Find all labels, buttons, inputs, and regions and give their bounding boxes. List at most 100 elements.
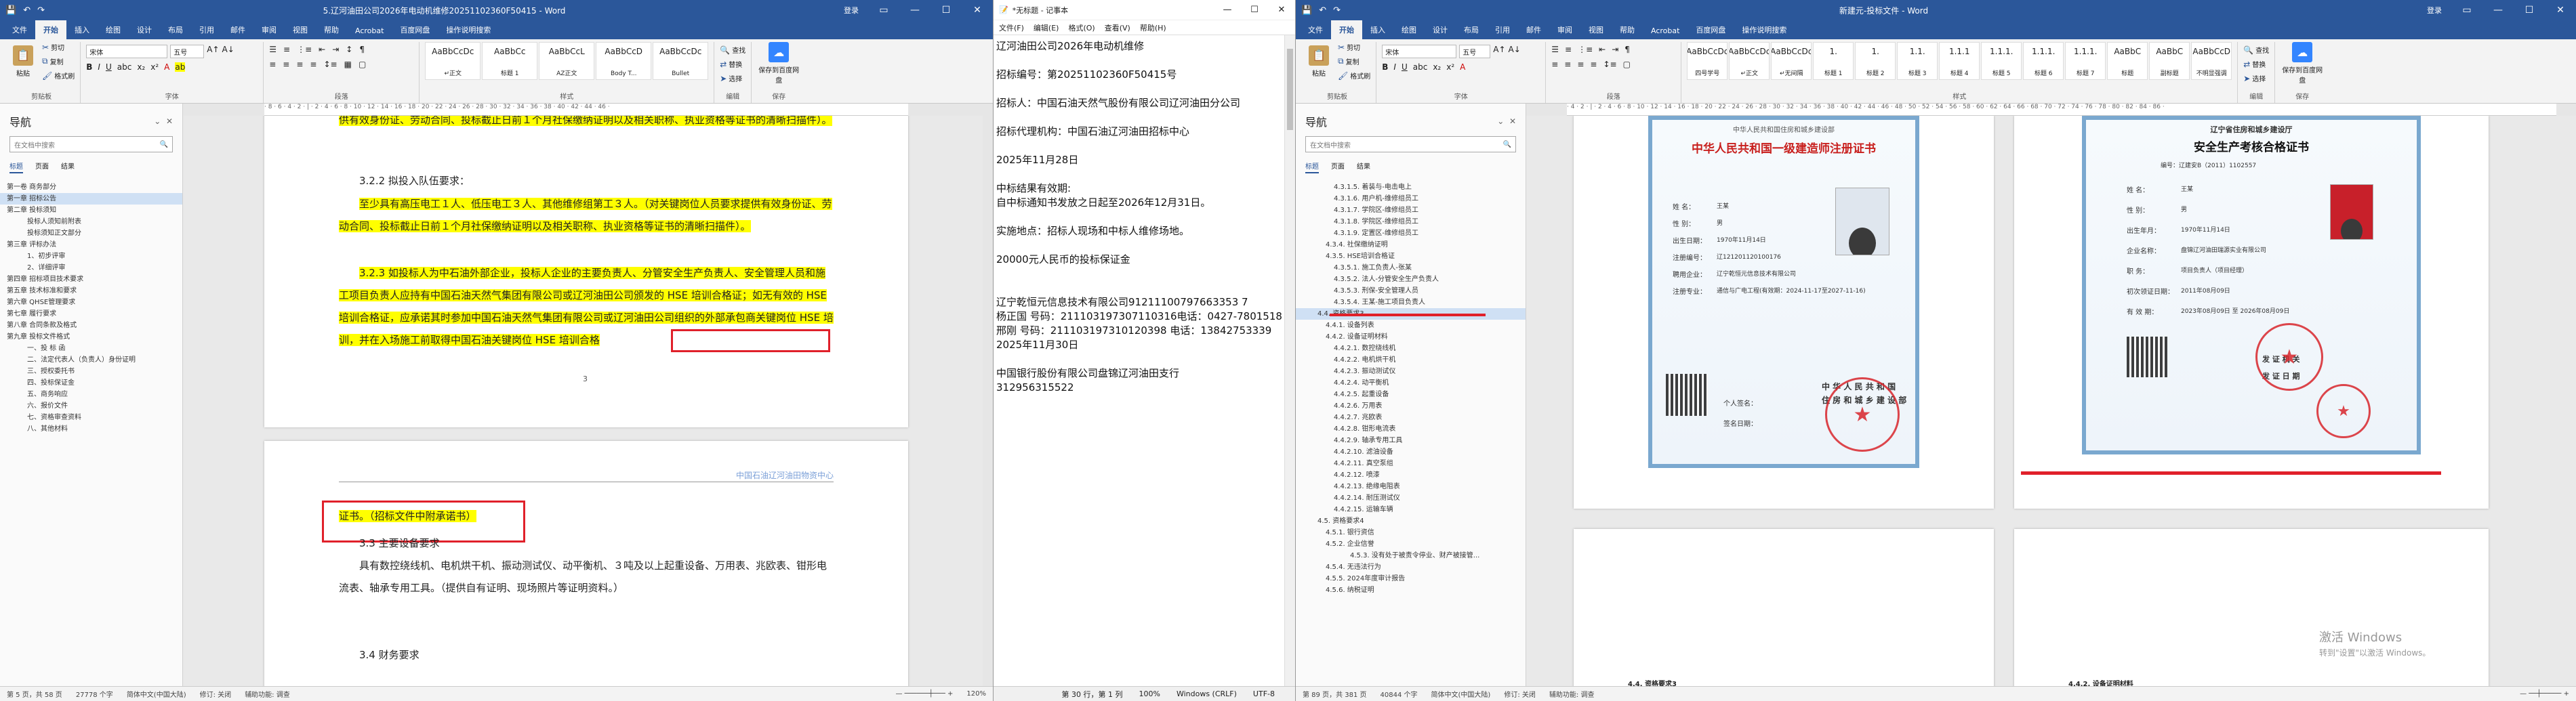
nav-options-icon[interactable]: ⌄ (1497, 116, 1504, 126)
nav-heading-item[interactable]: 4.4.2.10. 滤油设备 (1296, 446, 1526, 458)
word-count[interactable]: 40844 个字 (1381, 689, 1418, 699)
nav-search-input[interactable]: 在文档中搜索 🔍 (9, 136, 173, 152)
align-right-icon[interactable]: ≡ (296, 60, 303, 69)
font-name-select[interactable]: 宋体 (1382, 45, 1457, 58)
save-icon[interactable]: 💾 (1301, 5, 1312, 16)
sign-in-link[interactable]: 登录 (2417, 5, 2451, 16)
tab-10[interactable]: 帮助 (1612, 20, 1643, 39)
redo-icon[interactable]: ↷ (37, 5, 45, 16)
style-gallery-item[interactable]: AaBbC 副标题 (2149, 42, 2190, 80)
menu-item[interactable]: 帮助(H) (1140, 22, 1166, 33)
style-gallery-item[interactable]: AaBbCcDc Bullet (653, 42, 709, 80)
sign-in-link[interactable]: 登录 (834, 5, 868, 16)
horizontal-ruler[interactable]: · 8 · 6 · 4 · 2 · | · 2 · 4 · 6 · 8 · 10… (264, 104, 908, 116)
nav-heading-item[interactable]: 2、详细评审 (0, 262, 182, 274)
menu-item[interactable]: 文件(F) (999, 22, 1024, 33)
close-icon[interactable]: ✕ (962, 5, 993, 16)
nav-heading-item[interactable]: 4.4.2.13. 绝缘电阻表 (1296, 481, 1526, 492)
show-marks-icon[interactable]: ¶ (359, 45, 365, 54)
replace-button[interactable]: ⇄ 替换 (2243, 59, 2269, 70)
nav-heading-item[interactable]: 4.4.2.9. 轴承专用工具 (1296, 435, 1526, 446)
align-right-icon[interactable]: ≡ (1577, 60, 1584, 69)
style-gallery-item[interactable]: AaBbCcD Body T... (596, 42, 652, 80)
nav-heading-item[interactable]: 投标人须知前附表 (0, 216, 182, 228)
menu-item[interactable]: 格式(O) (1068, 22, 1095, 33)
nav-heading-item[interactable]: 4.4.2.14. 耐压测试仪 (1296, 492, 1526, 504)
nav-heading-item[interactable]: 4.3.5. HSE培训合格证 (1296, 251, 1526, 262)
italic-button[interactable]: I (1393, 62, 1396, 72)
tab-0[interactable]: 文件 (1300, 20, 1331, 39)
font-color-button[interactable]: A (1460, 62, 1465, 72)
decrease-indent-icon[interactable]: ⇤ (319, 45, 325, 54)
bold-button[interactable]: B (86, 62, 92, 72)
language[interactable]: 简体中文(中国大陆) (127, 689, 186, 699)
tab-7[interactable]: 邮件 (222, 20, 253, 39)
tab-3[interactable]: 绘图 (1393, 20, 1425, 39)
language[interactable]: 简体中文(中国大陆) (1431, 689, 1491, 699)
strikethrough-button[interactable]: abc (1413, 62, 1428, 72)
zoom-slider[interactable]: — ──┼───── + (2520, 690, 2569, 698)
strikethrough-button[interactable]: abc (117, 62, 132, 72)
nav-heading-item[interactable]: 4.3.1.6. 用户机-维修组员工 (1296, 193, 1526, 205)
nav-heading-item[interactable]: 4.3.5.2. 法人-分管安全生产负责人 (1296, 274, 1526, 285)
style-gallery-item[interactable]: AaBbCcL AZ正文 (539, 42, 595, 80)
nav-heading-item[interactable]: 第一卷 商务部分 (0, 182, 182, 193)
nav-heading-item[interactable]: 4.3.1.7. 学院区-维修组员工 (1296, 205, 1526, 216)
tab-6[interactable]: 引用 (1487, 20, 1518, 39)
increase-indent-icon[interactable]: ⇥ (332, 45, 339, 54)
grow-font-icon[interactable]: A↑ (1493, 45, 1505, 58)
font-color-button[interactable]: A (164, 62, 169, 72)
track-changes[interactable]: 修订: 关闭 (1504, 689, 1536, 699)
nav-heading-item[interactable]: 4.5. 资格要求4 (1296, 515, 1526, 527)
nav-heading-item[interactable]: 4.3.1.5. 着装与-电击电上 (1296, 182, 1526, 193)
numbering-icon[interactable]: ≡ (283, 45, 290, 54)
multilevel-icon[interactable]: ⋮≡ (1578, 45, 1593, 54)
nav-heading-item[interactable]: 4.4.2.6. 万用表 (1296, 400, 1526, 412)
nav-tab[interactable]: 页面 (35, 161, 49, 173)
word-count[interactable]: 27778 个字 (76, 689, 113, 699)
nav-heading-item[interactable]: 4.4.2.15. 运输车辆 (1296, 504, 1526, 515)
nav-heading-item[interactable]: 第五章 技术标准和要求 (0, 285, 182, 297)
tab-0[interactable]: 文件 (4, 20, 35, 39)
nav-heading-item[interactable]: 4.3.5.3. 刑保-安全管理人员 (1296, 285, 1526, 297)
track-changes[interactable]: 修订: 关闭 (200, 689, 232, 699)
sort-icon[interactable]: ↕ (346, 45, 352, 54)
style-gallery-item[interactable]: AaBbCcD 不明显强调 (2191, 42, 2232, 80)
nav-heading-item[interactable]: 4.5.3. 没有处于被责令停业、财产被接管... (1296, 550, 1526, 561)
tab-13[interactable]: 操作说明搜索 (1734, 20, 1795, 39)
nav-heading-item[interactable]: 4.5.6. 纳税证明 (1296, 585, 1526, 596)
find-button[interactable]: 🔍 查找 (720, 45, 745, 56)
style-gallery-item[interactable]: AaBbCcDc ↵无间隔 (1771, 42, 1812, 80)
nav-heading-item[interactable]: 第七章 履行要求 (0, 308, 182, 320)
undo-icon[interactable]: ↶ (1319, 5, 1326, 16)
replace-button[interactable]: ⇄ 替换 (720, 59, 745, 70)
style-gallery-item[interactable]: AaBbCcDc ↵正文 (1729, 42, 1770, 80)
line-spacing-icon[interactable]: ↕≡ (1603, 60, 1616, 69)
shading-icon[interactable]: ▦ (344, 60, 352, 69)
tab-12[interactable]: 百度网盘 (1688, 20, 1734, 39)
close-icon[interactable]: ✕ (2545, 5, 2576, 16)
nav-heading-item[interactable]: 第三章 评标办法 (0, 239, 182, 251)
tab-8[interactable]: 审阅 (253, 20, 285, 39)
nav-heading-item[interactable]: 4.4.2.8. 钳形电流表 (1296, 423, 1526, 435)
font-name-select[interactable]: 宋体 (86, 45, 168, 58)
nav-heading-item[interactable]: 三、授权委托书 (0, 366, 182, 377)
tab-10[interactable]: 帮助 (316, 20, 347, 39)
justify-icon[interactable]: ≡ (1590, 60, 1597, 69)
bold-button[interactable]: B (1382, 62, 1388, 72)
maximize-icon[interactable]: ☐ (931, 5, 962, 16)
decrease-indent-icon[interactable]: ⇤ (1599, 45, 1606, 54)
multilevel-icon[interactable]: ⋮≡ (297, 45, 312, 54)
accessibility[interactable]: 辅助功能: 调查 (1549, 689, 1595, 699)
menu-item[interactable]: 查看(V) (1105, 22, 1130, 33)
zoom-level[interactable]: 120% (966, 690, 986, 698)
nav-tab[interactable]: 标题 (1305, 161, 1319, 173)
italic-button[interactable]: I (98, 62, 100, 72)
nav-heading-item[interactable]: 4.3.1.9. 定置区-维修组员工 (1296, 228, 1526, 239)
align-left-icon[interactable]: ≡ (269, 60, 276, 69)
nav-heading-item[interactable]: 第四章 招标项目技术要求 (0, 274, 182, 285)
style-gallery-item[interactable]: AaBbCc 标题 1 (482, 42, 538, 80)
nav-heading-item[interactable]: 4.3.5.4. 王某-施工项目负责人 (1296, 297, 1526, 308)
bullets-icon[interactable]: ☰ (1551, 45, 1559, 54)
paste-button[interactable]: 📋 粘贴 (1304, 45, 1334, 78)
